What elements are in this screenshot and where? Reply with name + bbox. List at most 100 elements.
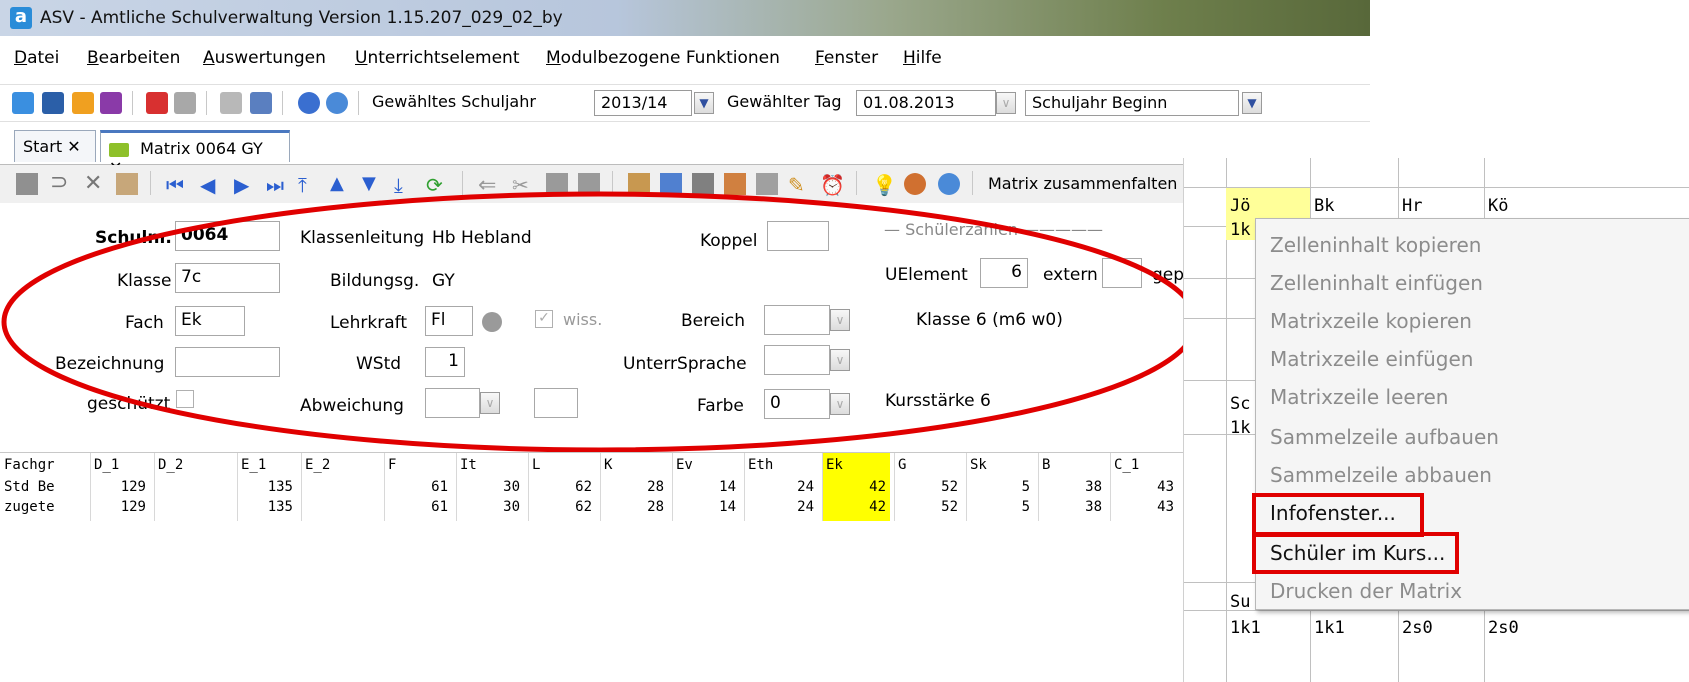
menu-unterrichtselement[interactable]: Unterrichtselement (355, 48, 520, 68)
grid-header-cell[interactable]: It (460, 457, 477, 473)
ctx-sammelzeile-aufbauen[interactable]: Sammelzeile aufbauen (1270, 425, 1499, 449)
grid-value-cell[interactable]: 52 (918, 479, 958, 495)
annotation-ellipse (1, 191, 1199, 453)
menu-hilfe[interactable]: Hilfe (903, 48, 942, 68)
grid-value-cell[interactable]: 43 (1134, 499, 1174, 515)
tag-dropdown-icon[interactable]: ∨ (996, 92, 1016, 114)
matrix-cell-sc-1k[interactable]: 1k (1230, 418, 1250, 438)
grid-header-cell[interactable]: Sk (970, 457, 987, 473)
grid-column-divider (384, 453, 385, 521)
grid-value-cell[interactable]: 129 (106, 499, 146, 515)
menu-auswertungen[interactable]: Auswertungen (203, 48, 326, 68)
grid-column-divider (1038, 453, 1039, 521)
grid-header-cell[interactable]: D_2 (158, 457, 183, 473)
grid-header-cell[interactable]: Ev (676, 457, 693, 473)
grid-header-cell[interactable]: E_1 (241, 457, 266, 473)
ctx-matrixzeile-leeren[interactable]: Matrixzeile leeren (1270, 385, 1448, 409)
grid-value-cell[interactable]: 5 (990, 499, 1030, 515)
grid-value-cell[interactable]: 30 (480, 479, 520, 495)
grid-value-cell[interactable]: 135 (253, 499, 293, 515)
grid-column-divider (1110, 453, 1111, 521)
grid-column-divider (154, 453, 155, 521)
grid-value-cell[interactable]: 43 (1134, 479, 1174, 495)
ctx-matrixzeile-einfuegen[interactable]: Matrixzeile einfügen (1270, 347, 1473, 371)
menu-datei[interactable]: Datei (14, 48, 59, 68)
grid-value-cell[interactable]: 30 (480, 499, 520, 515)
copy-icon[interactable] (220, 92, 242, 114)
grid-value-cell[interactable]: 129 (106, 479, 146, 495)
grid-header-cell[interactable]: C_1 (1114, 457, 1139, 473)
grid-value-cell[interactable]: 62 (552, 499, 592, 515)
grid-header-cell[interactable]: K (604, 457, 612, 473)
grid-header-cell[interactable]: Eth (748, 457, 773, 473)
document-icon[interactable] (100, 92, 122, 114)
matrix-bottom-4[interactable]: 2s0 (1488, 618, 1519, 638)
matrix-cell-1k[interactable]: 1k (1230, 220, 1250, 240)
tab-start-close-icon[interactable]: ✕ (67, 137, 80, 156)
grid-value-cell[interactable]: 135 (253, 479, 293, 495)
grid-value-cell[interactable]: 14 (696, 479, 736, 495)
grid-header-cell[interactable]: L (532, 457, 540, 473)
grid-value-cell[interactable]: 42 (846, 479, 886, 495)
grid-header-cell[interactable]: D_1 (94, 457, 119, 473)
class-icon[interactable] (42, 92, 64, 114)
grid-value-cell[interactable]: 61 (408, 499, 448, 515)
matrix-bottom-1[interactable]: 1k1 (1230, 618, 1261, 638)
matrix-bottom-2[interactable]: 1k1 (1314, 618, 1345, 638)
schuljahr-dropdown-icon[interactable]: ▼ (694, 92, 714, 114)
book-icon[interactable] (146, 92, 168, 114)
grid-value-cell[interactable]: 42 (846, 499, 886, 515)
preset-dropdown-icon[interactable]: ▼ (1242, 92, 1262, 114)
matrix-cell-su[interactable]: Su (1230, 592, 1250, 612)
grid-header-cell[interactable]: Ek (826, 457, 843, 473)
grid-value-cell[interactable]: 24 (774, 479, 814, 495)
matrix-header-3: Hr (1402, 196, 1423, 216)
grid-value-cell[interactable]: 38 (1062, 479, 1102, 495)
matrix-header-2: Bk (1314, 196, 1335, 216)
grid-value-cell[interactable]: 5 (990, 479, 1030, 495)
subject-grid: Fachgr D_1 D_2 E_1 E_2 F It L K Ev Eth Ek G Sk B C_1 St… (0, 452, 1200, 523)
grid-header-cell[interactable]: B (1042, 457, 1050, 473)
menu-fenster[interactable]: Fenster (815, 48, 878, 68)
grid-value-cell[interactable]: 38 (1062, 499, 1102, 515)
group-icon[interactable] (72, 92, 94, 114)
menu-bearbeiten[interactable]: Bearbeiten (87, 48, 180, 68)
grid-value-cell[interactable]: 28 (624, 499, 664, 515)
grid-header-cell[interactable]: F (388, 457, 396, 473)
grid-header-cell[interactable]: Fachgr (4, 457, 55, 473)
ctx-matrixzeile-kopieren[interactable]: Matrixzeile kopieren (1270, 309, 1472, 333)
grid-value-cell[interactable]: 14 (696, 499, 736, 515)
tab-start[interactable]: Start ✕ (14, 130, 96, 162)
grid-value-cell[interactable]: 52 (918, 499, 958, 515)
grid-value-cell[interactable]: 28 (624, 479, 664, 495)
people-icon[interactable] (12, 92, 34, 114)
matrix-cell-sc[interactable]: Sc (1230, 394, 1250, 414)
grid-column-divider (966, 453, 967, 521)
annotation-box-schueler-im-kurs (1252, 532, 1459, 574)
help-icon[interactable] (326, 92, 348, 114)
grid-column-divider (456, 453, 457, 521)
ctx-zelleninhalt-einfuegen[interactable]: Zelleninhalt einfügen (1270, 271, 1483, 295)
info-icon[interactable] (298, 92, 320, 114)
calculator-icon[interactable] (174, 92, 196, 114)
tab-matrix[interactable]: Matrix 0064 GY ✕ (100, 130, 290, 177)
ctx-zelleninhalt-kopieren[interactable]: Zelleninhalt kopieren (1270, 233, 1481, 257)
grid-value-cell[interactable]: 61 (408, 479, 448, 495)
title-bar: a ASV - Amtliche Schulverwaltung Version… (0, 0, 1370, 36)
grid-row-label: Std Be (4, 479, 55, 495)
matrix-bottom-3[interactable]: 2s0 (1402, 618, 1433, 638)
grid-value-cell[interactable]: 62 (552, 479, 592, 495)
schuljahr-label: Gewähltes Schuljahr (372, 92, 536, 111)
menu-modulbezogene-funktionen[interactable]: Modulbezogene Funktionen (546, 48, 780, 68)
schuljahr-select[interactable]: 2013/14 (594, 90, 692, 116)
grid-column-divider (744, 453, 745, 521)
tag-input[interactable]: 01.08.2013 (856, 90, 996, 116)
ctx-sammelzeile-abbauen[interactable]: Sammelzeile abbauen (1270, 463, 1492, 487)
grid-header-cell[interactable]: G (898, 457, 906, 473)
window-icon[interactable] (250, 92, 272, 114)
preset-select[interactable]: Schuljahr Beginn (1025, 90, 1239, 116)
grid-header-cell[interactable]: E_2 (305, 457, 330, 473)
grid-value-cell[interactable]: 24 (774, 499, 814, 515)
grid-row-label: zugete (4, 499, 55, 515)
window-title: ASV - Amtliche Schulverwaltung Version 1… (40, 8, 563, 28)
